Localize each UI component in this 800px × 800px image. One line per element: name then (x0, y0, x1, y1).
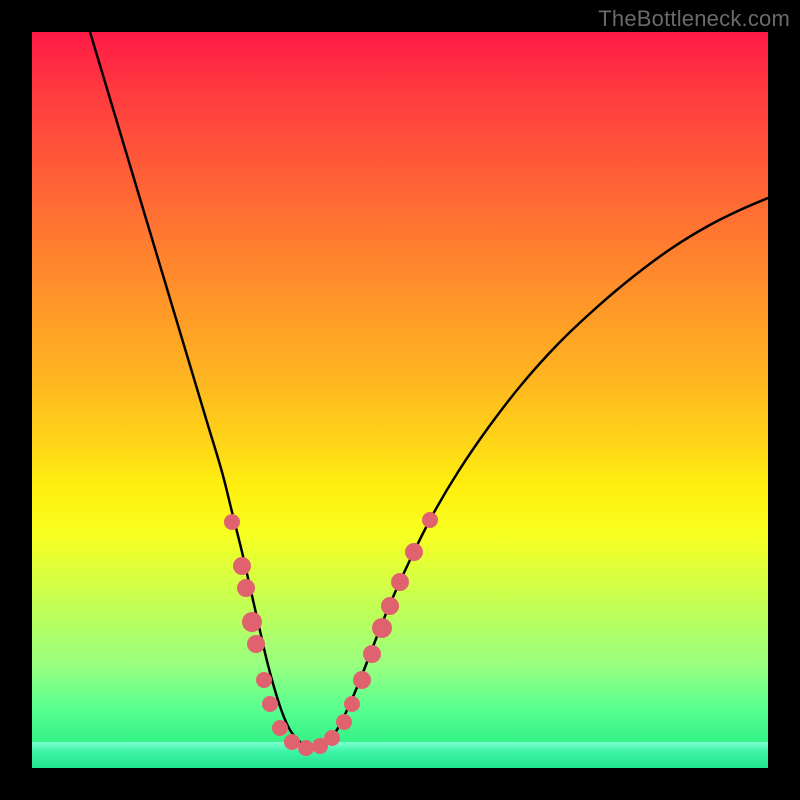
right-curve (314, 198, 768, 748)
watermark-text: TheBottleneck.com (598, 6, 790, 32)
scatter-dot (344, 696, 360, 712)
scatter-dot (336, 714, 352, 730)
scatter-dot (284, 734, 300, 750)
scatter-dot (391, 573, 409, 591)
left-curve (90, 32, 314, 748)
scatter-dot (256, 672, 272, 688)
scatter-dots (224, 512, 438, 756)
scatter-dot (405, 543, 423, 561)
scatter-dot (262, 696, 278, 712)
curve-layer (32, 32, 768, 768)
scatter-dot (353, 671, 371, 689)
scatter-dot (242, 612, 262, 632)
scatter-dot (247, 635, 265, 653)
scatter-dot (372, 618, 392, 638)
scatter-dot (233, 557, 251, 575)
scatter-dot (298, 740, 314, 756)
scatter-dot (272, 720, 288, 736)
chart-stage: TheBottleneck.com (0, 0, 800, 800)
scatter-dot (363, 645, 381, 663)
scatter-dot (224, 514, 240, 530)
scatter-dot (237, 579, 255, 597)
scatter-dot (381, 597, 399, 615)
scatter-dot (422, 512, 438, 528)
scatter-dot (324, 730, 340, 746)
plot-area (32, 32, 768, 768)
